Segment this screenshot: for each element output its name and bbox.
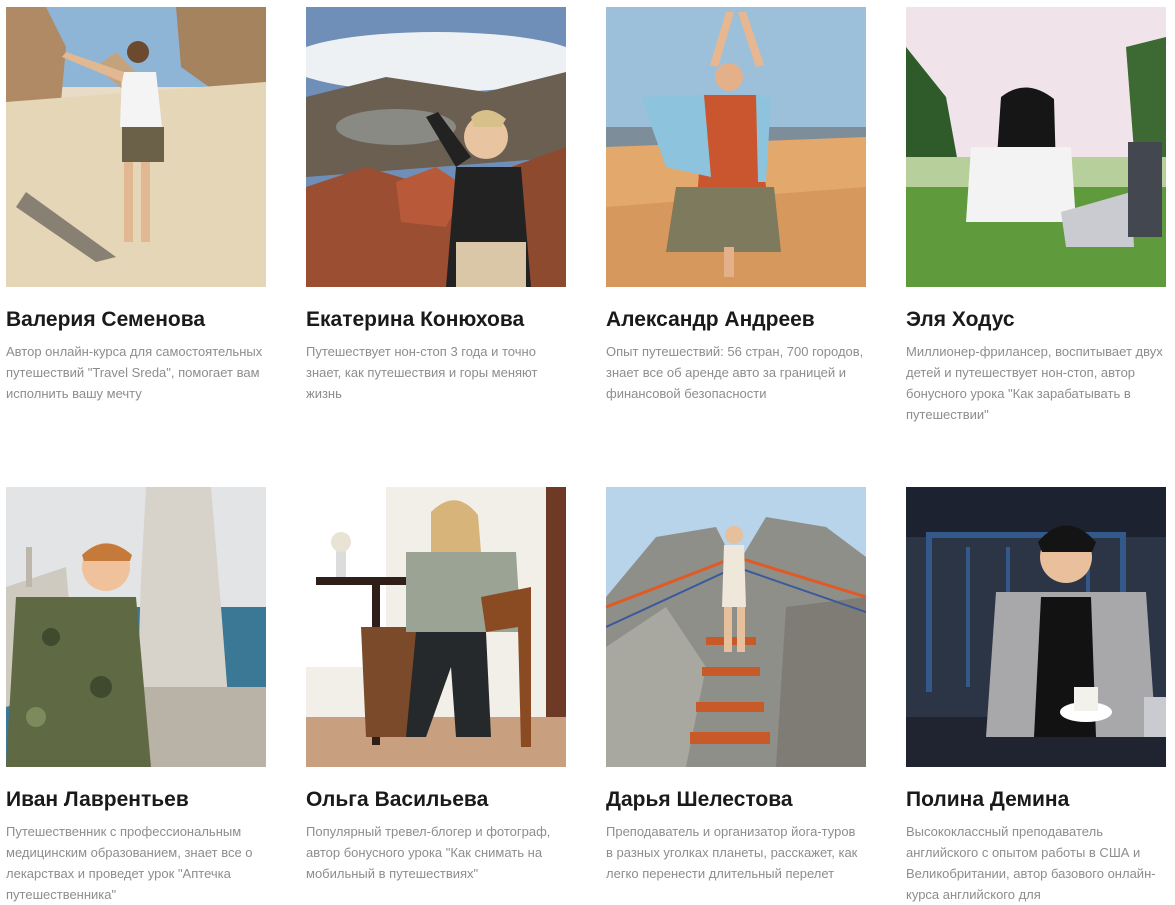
expert-photo	[6, 487, 266, 767]
expert-name: Иван Лаврентьев	[6, 788, 189, 811]
expert-photo	[6, 7, 266, 287]
expert-description: Опыт путешествий: 56 стран, 700 городов,…	[606, 344, 864, 401]
expert-photo	[606, 7, 866, 287]
expert-description: Высококлассный преподаватель английского…	[906, 824, 1156, 902]
expert-photo	[906, 487, 1166, 767]
expert-name: Александр Андреев	[606, 308, 815, 331]
expert-description: Автор онлайн-курса для самостоятельных п…	[6, 344, 263, 401]
expert-description: Миллионер-фрилансер, воспитывает двух де…	[906, 344, 1163, 422]
expert-name: Ольга Васильева	[306, 788, 489, 811]
expert-photo	[306, 487, 566, 767]
expert-photo	[906, 7, 1166, 287]
expert-photo	[306, 7, 566, 287]
expert-name: Валерия Семенова	[6, 308, 206, 331]
expert-description: Путешественник с профессиональным медици…	[6, 824, 253, 902]
expert-name: Эля Ходус	[906, 308, 1015, 331]
expert-name: Полина Демина	[906, 788, 1070, 811]
expert-name: Дарья Шелестова	[606, 788, 793, 811]
expert-description: Путешествует нон-стоп 3 года и точно зна…	[306, 344, 538, 401]
expert-description: Популярный тревел-блогер и фотограф, авт…	[306, 824, 551, 881]
expert-photo	[606, 487, 866, 767]
expert-name: Екатерина Конюхова	[306, 308, 525, 331]
expert-description: Преподаватель и организатор йога-туров в…	[606, 824, 858, 881]
